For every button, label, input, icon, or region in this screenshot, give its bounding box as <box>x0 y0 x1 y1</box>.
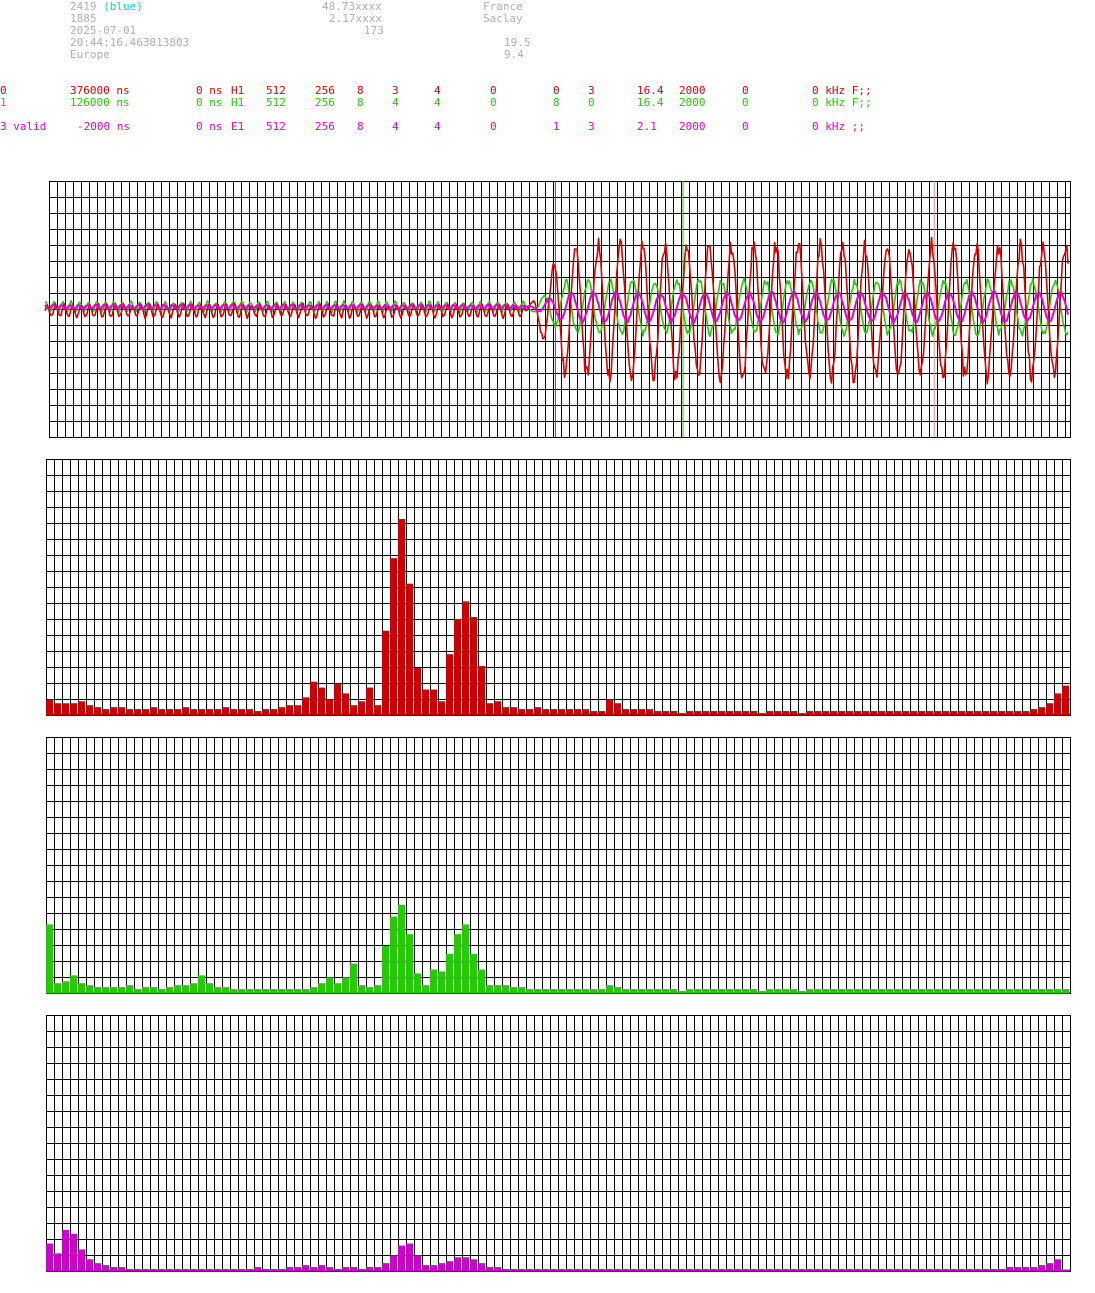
spectrum-bar <box>390 558 397 715</box>
spectrum-bar <box>390 1255 397 1271</box>
spectrum-bar <box>1062 685 1069 715</box>
spectrum-bar <box>614 703 621 715</box>
spectrum-bar <box>382 630 389 715</box>
spectrum-bar <box>342 693 349 715</box>
spectrum-bar <box>454 934 461 993</box>
spectrum-bar <box>382 945 389 993</box>
spectrum-bar <box>494 701 501 715</box>
spectrum-bar <box>414 973 421 993</box>
spectrum-bar <box>54 703 61 715</box>
spectrum-bar <box>46 699 53 715</box>
spectrum-bar <box>86 1259 93 1271</box>
grid-lines <box>46 1015 1071 1272</box>
spectrum-bar <box>342 977 349 993</box>
spectrum-bar <box>70 1233 77 1271</box>
spectrum-bar <box>326 977 333 993</box>
spectrum-bar <box>478 969 485 993</box>
spectrum-bar <box>62 703 69 715</box>
grid-panel-2 <box>46 737 1071 994</box>
grid-lines <box>46 459 1071 716</box>
spectrum-bar <box>446 654 453 715</box>
spectrum-bar <box>462 601 469 715</box>
spectrum-bar <box>406 1243 413 1271</box>
spectrum-bar <box>78 1249 85 1271</box>
spectrum-bar <box>78 701 85 715</box>
spectrum-bar <box>430 689 437 715</box>
spectrum-bar <box>1046 703 1053 715</box>
spectrum-bar <box>358 701 365 715</box>
spectrum-bar <box>1054 693 1061 715</box>
spectrum-bar <box>334 683 341 715</box>
spectrum-bar <box>310 681 317 715</box>
spectrum-bar <box>438 701 445 715</box>
spectrum-bar <box>470 953 477 993</box>
spectrum-bar <box>198 975 205 993</box>
spectrum-bar <box>70 703 77 715</box>
spectrum-bar <box>326 699 333 715</box>
spectrum-bar <box>46 924 53 993</box>
spectrum-bar <box>390 916 397 993</box>
spectrum-bar <box>486 703 493 715</box>
spectrum-bar <box>398 1245 405 1271</box>
spectrum-bar <box>606 699 613 715</box>
spectrum-bar <box>446 953 453 993</box>
spectrum-bar <box>366 687 373 715</box>
grid-panel-1 <box>46 459 1071 716</box>
spectrum-bar <box>350 963 357 993</box>
spectrum-bar <box>406 583 413 715</box>
spectrum-bar <box>62 981 69 993</box>
spectrum-bar <box>54 1253 61 1271</box>
spectrum-bar <box>70 975 77 993</box>
spectrum-bar <box>414 1255 421 1271</box>
spectrum-bar <box>398 904 405 993</box>
spectrum-bar <box>406 934 413 993</box>
spectrum-bar <box>462 1257 469 1271</box>
spectrum-bar <box>302 697 309 715</box>
spectrum-bar <box>454 1257 461 1271</box>
grid-panel-3 <box>46 1015 1071 1272</box>
waveform-panel <box>44 181 1071 1272</box>
spectrum-bar <box>318 687 325 715</box>
spectrum-bar <box>398 519 405 715</box>
spectrum-bar <box>46 1243 53 1271</box>
spectrum-bar <box>1054 1259 1061 1271</box>
spectrum-bar <box>430 969 437 993</box>
spectrum-bar <box>470 617 477 715</box>
spectrum-bar <box>62 1229 69 1271</box>
grid-lines <box>46 737 1071 994</box>
spectrum-bar <box>454 618 461 715</box>
spectrum-bar <box>414 667 421 715</box>
spectrum-bar <box>422 689 429 715</box>
spectrum-bar <box>438 971 445 993</box>
spectrum-bar <box>470 1259 477 1271</box>
spectrum-bar <box>478 666 485 715</box>
spectrum-bar <box>462 924 469 993</box>
